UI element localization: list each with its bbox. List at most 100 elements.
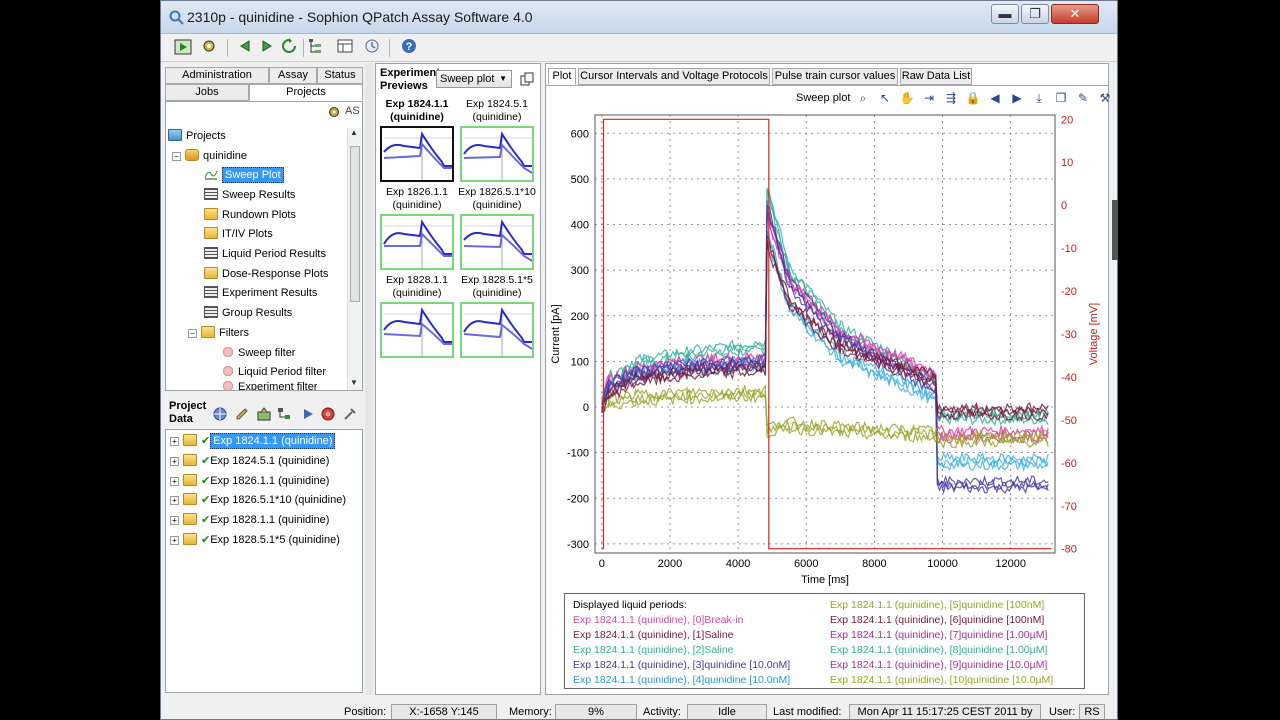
tree-scrollbar[interactable]: ▲ ▼ — [347, 128, 361, 390]
expand-icon[interactable]: + — [170, 457, 179, 466]
folder-icon — [183, 434, 197, 446]
minimize-button[interactable]: ▬ — [991, 4, 1019, 24]
cursor-icon[interactable]: ⇥ — [920, 90, 938, 106]
settings-icon[interactable] — [199, 38, 219, 58]
play-icon[interactable] — [301, 407, 315, 424]
preview-thumbnail[interactable] — [460, 126, 534, 182]
tab-plot[interactable]: Plot — [548, 68, 576, 85]
tree-item-it-iv-plots[interactable]: IT/IV Plots — [204, 225, 273, 243]
preview-thumbnail[interactable] — [380, 214, 454, 270]
preview-thumbnail[interactable] — [380, 126, 454, 182]
clock-icon[interactable] — [362, 38, 382, 58]
tab-projects[interactable]: Projects — [249, 84, 363, 101]
sort-toggle[interactable]: AS — [345, 105, 360, 117]
prev-icon[interactable]: ◀ — [986, 90, 1004, 106]
preview-thumbnail[interactable] — [460, 302, 534, 358]
vertical-splitter[interactable] — [365, 63, 373, 695]
scroll-down-icon[interactable]: ▼ — [350, 378, 358, 387]
tree-item-sweep-results[interactable]: Sweep Results — [204, 186, 295, 204]
tree-item-filters[interactable]: − Filters — [188, 324, 249, 342]
expand-icon[interactable]: + — [170, 477, 179, 486]
collapse-icon[interactable]: − — [188, 329, 197, 338]
window-title: 2310p - quinidine - Sophion QPatch Assay… — [187, 9, 533, 25]
wrench-icon[interactable]: ⚒ — [1096, 90, 1114, 106]
expand-icon[interactable]: + — [170, 496, 179, 505]
pan-icon[interactable]: ✋ — [898, 90, 916, 106]
sort-settings-icon[interactable] — [328, 106, 340, 118]
collapse-icon[interactable]: − — [172, 152, 181, 161]
preview-type-dropdown[interactable]: Sweep plot ▼ — [436, 70, 512, 88]
scroll-thumb[interactable] — [350, 146, 360, 302]
tree-filter-sweep[interactable]: Sweep filter — [222, 344, 295, 362]
activity-label: Activity: — [643, 706, 681, 718]
folder-icon — [183, 493, 197, 505]
tree-item-liquid-period-results[interactable]: Liquid Period Results — [204, 245, 326, 263]
lock-icon[interactable]: 🔒 — [964, 90, 982, 106]
experiment-row[interactable]: + ✔Exp 1826.1.1 (quinidine) — [170, 472, 329, 490]
globe-icon[interactable] — [213, 407, 227, 424]
tree-filter-liquid-period[interactable]: Liquid Period filter — [222, 363, 326, 381]
legend-entry: Exp 1824.1.1 (quinidine), [5]quinidine [… — [830, 599, 1045, 611]
maximize-button[interactable]: ❐ — [1021, 4, 1049, 24]
experiment-row[interactable]: + ✔Exp 1824.5.1 (quinidine) — [170, 452, 329, 470]
sweep-chart[interactable]: 0 2000 4000 6000 8000 10000 12000-300-200-1000… — [545, 109, 1105, 593]
experiment-row[interactable]: + ✔Exp 1828.1.1 (quinidine) — [170, 511, 329, 529]
expand-icon[interactable]: + — [170, 437, 179, 446]
next-icon[interactable]: ▶ — [1008, 90, 1026, 106]
tree-project-quinidine[interactable]: − quinidine — [172, 147, 247, 165]
tree-root-projects[interactable]: Projects — [168, 127, 226, 145]
multi-cursor-icon[interactable]: ⇶ — [942, 90, 960, 106]
tree-item-experiment-results[interactable]: Experiment Results — [204, 284, 317, 302]
y2-tick-label: -50 — [1061, 415, 1077, 427]
expand-icon[interactable]: + — [170, 516, 179, 525]
experiment-row[interactable]: + ✔Exp 1826.5.1*10 (quinidine) — [170, 491, 346, 509]
edit-icon[interactable] — [235, 407, 249, 424]
run-icon[interactable] — [173, 38, 193, 58]
back-icon[interactable] — [235, 38, 255, 58]
tab-jobs[interactable]: Jobs — [165, 84, 249, 101]
export-icon[interactable]: ⤓ — [1030, 90, 1048, 106]
hierarchy-icon[interactable] — [277, 407, 291, 424]
pointer-icon[interactable]: ↖ — [876, 90, 894, 106]
legend-entry: Exp 1824.1.1 (quinidine), [7]quinidine [… — [830, 629, 1048, 641]
export-icon[interactable] — [257, 407, 271, 424]
tab-cursor-intervals[interactable]: Cursor Intervals and Voltage Protocols — [578, 68, 770, 85]
experiment-row[interactable]: + ✔ Exp 1824.1.1 (quinidine) — [170, 432, 336, 450]
tree-item-group-results[interactable]: Group Results — [204, 304, 292, 322]
stop-icon[interactable] — [321, 407, 335, 424]
preview-label: Exp 1828.1.1 (quinidine) — [386, 274, 448, 299]
tree-item-dose-response-plots[interactable]: Dose-Response Plots — [204, 265, 328, 283]
tree-item-rundown-plots[interactable]: Rundown Plots — [204, 206, 296, 224]
y2-tick-label: -60 — [1061, 458, 1077, 470]
tree-icon[interactable] — [305, 38, 325, 58]
maximize-icon[interactable]: ❐ — [1052, 90, 1070, 106]
table-icon — [204, 188, 218, 200]
preview-thumbnail[interactable] — [460, 214, 534, 270]
tree-filter-experiment[interactable]: Experiment filter — [222, 380, 317, 390]
copy-icon[interactable] — [520, 72, 534, 89]
main-toolbar: ? — [161, 34, 1117, 62]
experiment-row[interactable]: + ✔Exp 1828.5.1*5 (quinidine) — [170, 531, 340, 549]
refresh-icon[interactable] — [279, 38, 299, 58]
close-button[interactable]: ✕ — [1051, 4, 1099, 24]
tools-icon[interactable] — [343, 407, 357, 424]
forward-icon[interactable] — [257, 38, 277, 58]
preview-thumbnail[interactable] — [380, 302, 454, 358]
table-icon — [204, 306, 218, 318]
scroll-up-icon[interactable]: ▲ — [350, 128, 358, 137]
tool-icon[interactable]: ✎ — [1074, 90, 1092, 106]
help-icon[interactable]: ? — [399, 38, 419, 58]
tree-item-sweep-plot[interactable]: Sweep Plot — [204, 166, 284, 184]
tab-pulse-train[interactable]: Pulse train cursor values — [772, 68, 898, 85]
check-icon: ✔ — [201, 514, 211, 526]
tab-status[interactable]: Status — [317, 67, 363, 84]
zoom-icon[interactable]: ⌕ — [854, 90, 872, 106]
check-icon: ✔ — [201, 455, 211, 467]
y2-axis-label: Voltage [mV] — [1088, 303, 1100, 365]
tab-assay[interactable]: Assay — [269, 67, 317, 84]
expand-icon[interactable]: + — [170, 536, 179, 545]
tab-administration[interactable]: Administration — [165, 67, 269, 84]
tab-raw-data[interactable]: Raw Data List — [900, 68, 972, 85]
layout-icon[interactable] — [335, 38, 355, 58]
legend-entry: Exp 1824.1.1 (quinidine), [10]quinidine … — [830, 674, 1054, 686]
